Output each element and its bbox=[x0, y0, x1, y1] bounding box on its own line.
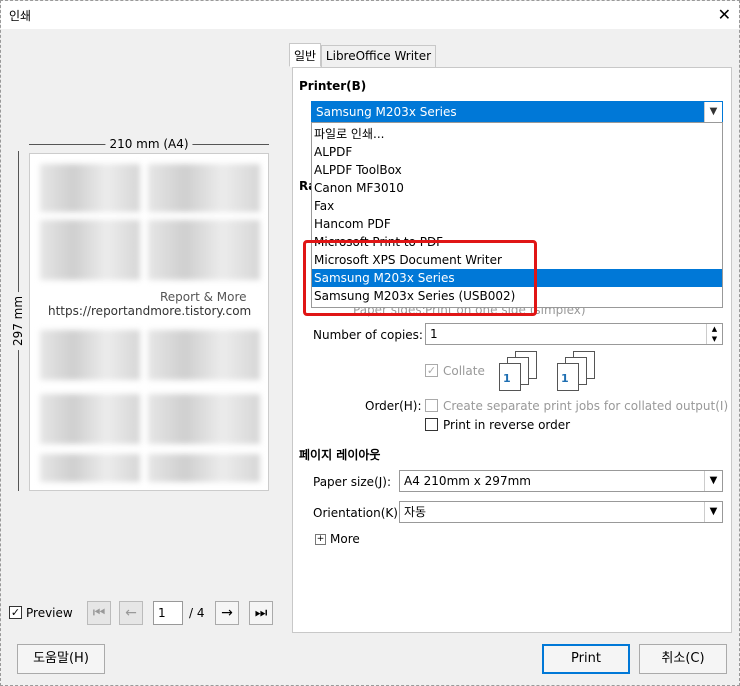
more-expander[interactable]: + More bbox=[315, 532, 360, 546]
printer-selected-value: Samsung M203x Series bbox=[316, 105, 457, 119]
page-layout-title: 페이지 레이아웃 bbox=[299, 448, 381, 462]
highlight-annotation bbox=[303, 240, 537, 316]
window-title: 인쇄 bbox=[9, 9, 32, 23]
width-label: 210 mm (A4) bbox=[105, 137, 193, 151]
printer-select[interactable]: Samsung M203x Series ▼ bbox=[311, 101, 723, 123]
preview-navigation: ✓ Preview ⏮ ← 1 / 4 → ⏭ bbox=[9, 601, 279, 625]
page-number-input[interactable]: 1 bbox=[153, 601, 183, 625]
separate-jobs-checkbox[interactable] bbox=[425, 399, 438, 412]
reverse-order-checkbox[interactable] bbox=[425, 418, 438, 431]
chevron-down-icon: ▼ bbox=[704, 471, 722, 491]
close-icon[interactable]: ✕ bbox=[718, 5, 731, 24]
collate-label: Collate bbox=[443, 364, 485, 378]
preview-checkbox[interactable]: ✓ bbox=[9, 606, 22, 619]
paper-size-label: Paper size(J): bbox=[313, 475, 392, 489]
first-page-button[interactable]: ⏮ bbox=[87, 601, 111, 625]
paper-size-select[interactable]: A4 210mm x 297mm ▼ bbox=[399, 470, 723, 492]
copies-label: Number of copies: bbox=[313, 328, 423, 342]
orientation-select[interactable]: 자동 ▼ bbox=[399, 501, 723, 523]
copies-spinner[interactable]: 1 ▲ ▼ bbox=[425, 323, 723, 345]
chevron-down-icon: ▼ bbox=[704, 502, 722, 522]
more-label: More bbox=[330, 532, 360, 546]
printer-option[interactable]: Fax bbox=[312, 197, 722, 215]
chevron-down-icon: ▼ bbox=[704, 102, 722, 122]
title-bar: 인쇄 ✕ bbox=[1, 1, 739, 29]
width-dimension: 210 mm (A4) bbox=[29, 137, 269, 151]
separate-jobs-label: Create separate print jobs for collated … bbox=[443, 399, 729, 413]
tab-libreoffice-writer[interactable]: LibreOffice Writer bbox=[320, 45, 437, 69]
print-dialog: 인쇄 ✕ 210 mm (A4) 297 mm Report & More ht… bbox=[0, 0, 740, 686]
printer-option[interactable]: Canon MF3010 bbox=[312, 179, 722, 197]
watermark-url: https://reportandmore.tistory.com bbox=[48, 304, 252, 318]
paper-size-value: A4 210mm x 297mm bbox=[404, 474, 531, 488]
orientation-value: 자동 bbox=[404, 505, 427, 519]
watermark-title: Report & More bbox=[160, 290, 247, 304]
collate-pages-icon: 3 2 1 bbox=[497, 351, 543, 391]
preview-label: Preview bbox=[26, 606, 73, 620]
plus-icon: + bbox=[315, 534, 326, 545]
height-label: 297 mm bbox=[11, 291, 25, 351]
printer-section-title: Printer(B) bbox=[299, 79, 367, 93]
copies-value: 1 bbox=[430, 327, 438, 341]
order-label: Order(H): bbox=[365, 399, 422, 413]
print-button[interactable]: Print bbox=[542, 644, 630, 674]
collate-checkbox[interactable]: ✓ bbox=[425, 364, 438, 377]
printer-option[interactable]: 파일로 인쇄... bbox=[312, 125, 722, 143]
tab-general[interactable]: 일반 bbox=[289, 43, 322, 67]
tab-bar: 일반 LibreOffice Writer bbox=[289, 43, 437, 69]
spinner-arrows-icon[interactable]: ▲ ▼ bbox=[706, 324, 722, 344]
reverse-order-label: Print in reverse order bbox=[443, 418, 571, 432]
page-preview: Report & More https://reportandmore.tist… bbox=[29, 153, 269, 491]
previous-page-button[interactable]: ← bbox=[119, 601, 143, 625]
total-pages-label: / 4 bbox=[189, 606, 205, 620]
last-page-button[interactable]: ⏭ bbox=[249, 601, 273, 625]
height-dimension: 297 mm bbox=[11, 151, 25, 491]
printer-option[interactable]: ALPDF bbox=[312, 143, 722, 161]
collate-pages-icon: 3 2 1 bbox=[555, 351, 601, 391]
next-page-button[interactable]: → bbox=[215, 601, 239, 625]
help-button[interactable]: 도움말(H) bbox=[17, 644, 105, 674]
orientation-label: Orientation(K): bbox=[313, 506, 403, 520]
cancel-button[interactable]: 취소(C) bbox=[639, 644, 727, 674]
printer-option[interactable]: ALPDF ToolBox bbox=[312, 161, 722, 179]
printer-option[interactable]: Hancom PDF bbox=[312, 215, 722, 233]
